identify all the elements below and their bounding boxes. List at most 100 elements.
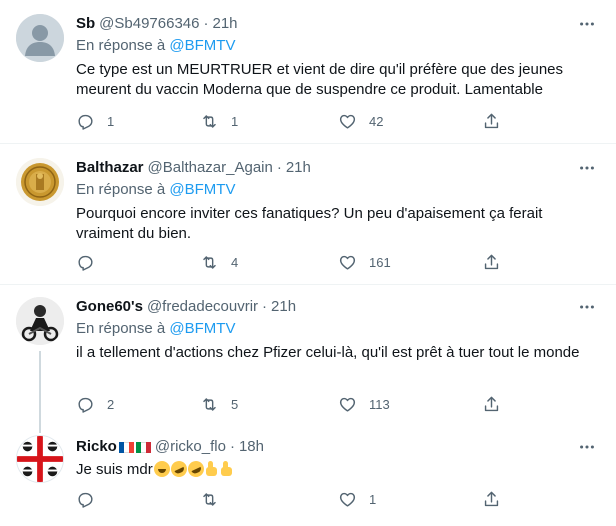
more-options-button[interactable] [576, 437, 598, 457]
share-icon [484, 491, 499, 506]
italy-flag-icon [135, 441, 151, 453]
action-bar: 2 5 113 [76, 394, 506, 414]
tweet[interactable]: Balthazar @Balthazar_Again · 21h En répo… [0, 144, 616, 284]
reply-to-link[interactable]: @BFMTV [169, 37, 235, 54]
like-button[interactable]: 1 [338, 489, 376, 509]
user-handle[interactable]: @Sb49766346 [99, 14, 199, 34]
reply-icon [78, 255, 93, 271]
action-bar: 1 [76, 489, 506, 509]
tweet-header: Balthazar @Balthazar_Again · 21h [76, 158, 600, 178]
like-count: 113 [369, 396, 390, 412]
like-icon [339, 114, 356, 129]
reply-button[interactable]: 2 [76, 394, 114, 414]
more-icon [580, 305, 594, 309]
reply-context: En réponse à @BFMTV [76, 180, 600, 200]
action-bar: 1 1 42 [76, 111, 506, 131]
tweet-header: Ricko @ricko_flo · 18h [76, 437, 600, 457]
default-avatar-icon [16, 14, 64, 62]
reply-prefix: En réponse à [76, 181, 166, 198]
france-flag-icon [118, 441, 134, 453]
reply-count: 2 [107, 396, 115, 412]
like-count: 1 [369, 491, 377, 507]
share-icon [484, 254, 499, 269]
share-button[interactable] [482, 489, 501, 509]
thread-connector [39, 425, 41, 433]
tweet-header: Gone60's @fredadecouvrir · 21h [76, 297, 600, 317]
more-icon [580, 445, 594, 449]
motorcycle-rider-avatar-icon [16, 297, 64, 345]
reply-button[interactable] [76, 489, 107, 509]
thumbs-up-emoji-icon [205, 461, 219, 477]
thread-connector [39, 351, 41, 425]
share-icon [484, 113, 499, 128]
like-icon [339, 492, 356, 507]
tweet-text: Pourquoi encore inviter ces fanatiques? … [76, 205, 543, 242]
like-icon [339, 397, 356, 412]
reply-count: 1 [107, 113, 115, 129]
action-bar: 4 161 [76, 252, 506, 272]
user-handle[interactable]: @Balthazar_Again [148, 158, 273, 178]
retweet-count: 1 [231, 113, 239, 129]
reply-icon [78, 397, 93, 413]
rofl-emoji-icon [168, 458, 190, 480]
reply-to-link[interactable]: @BFMTV [169, 320, 235, 337]
thumbs-up-emoji-icon [220, 461, 234, 477]
retweet-icon [203, 255, 216, 269]
retweet-icon [203, 397, 216, 411]
reply-prefix: En réponse à [76, 37, 166, 54]
avatar[interactable] [16, 435, 64, 483]
retweet-button[interactable]: 1 [200, 111, 238, 131]
share-button[interactable] [482, 252, 501, 272]
timestamp[interactable]: 21h [271, 297, 296, 317]
tweet-header: Sb @Sb49766346 · 21h [76, 14, 600, 34]
retweet-button[interactable]: 4 [200, 252, 238, 272]
like-button[interactable]: 161 [338, 252, 391, 272]
like-icon [339, 255, 356, 270]
timestamp[interactable]: 18h [239, 437, 264, 457]
reply-prefix: En réponse à [76, 320, 166, 337]
tweet[interactable]: Ricko @ricko_flo · 18h Je suis mdr 1 [0, 425, 616, 526]
share-button[interactable] [482, 394, 501, 414]
retweet-button[interactable] [200, 489, 231, 509]
display-name[interactable]: Sb [76, 14, 95, 34]
more-icon [580, 22, 594, 26]
reply-to-link[interactable]: @BFMTV [169, 181, 235, 198]
retweet-count: 4 [231, 254, 239, 270]
retweet-button[interactable]: 5 [200, 394, 238, 414]
rofl-emoji-icon [185, 458, 207, 480]
share-icon [484, 396, 499, 411]
more-options-button[interactable] [576, 158, 598, 178]
display-name[interactable]: Balthazar [76, 158, 144, 178]
like-button[interactable]: 42 [338, 111, 383, 131]
grinning-sweat-emoji-icon [153, 461, 170, 477]
reply-icon [78, 492, 93, 508]
like-count: 161 [369, 254, 391, 270]
timestamp[interactable]: 21h [286, 158, 311, 178]
reply-context: En réponse à @BFMTV [76, 319, 600, 339]
retweet-count: 5 [231, 396, 239, 412]
retweet-icon [203, 114, 216, 128]
separator-dot: · [262, 298, 268, 315]
tweet[interactable]: Sb @Sb49766346 · 21h En réponse à @BFMTV… [0, 0, 616, 143]
separator-dot: · [229, 438, 235, 455]
user-handle[interactable]: @ricko_flo [155, 437, 226, 457]
reply-button[interactable]: 1 [76, 111, 114, 131]
tweet-text: Je suis mdr [76, 461, 153, 478]
more-options-button[interactable] [576, 14, 598, 34]
tweet[interactable]: Gone60's @fredadecouvrir · 21h En répons… [0, 285, 616, 425]
tweet-text: Ce type est un MEURTRUER et vient de dir… [76, 61, 564, 98]
user-handle[interactable]: @fredadecouvrir [147, 297, 258, 317]
reply-button[interactable] [76, 252, 107, 272]
timestamp[interactable]: 21h [212, 14, 237, 34]
display-name[interactable]: Gone60's [76, 297, 143, 317]
tweet-text-container: Je suis mdr [76, 458, 600, 480]
display-name[interactable]: Ricko [76, 437, 117, 457]
avatar[interactable] [16, 14, 64, 62]
like-count: 42 [369, 113, 384, 129]
avatar[interactable] [16, 158, 64, 206]
more-options-button[interactable] [576, 297, 598, 317]
like-button[interactable]: 113 [338, 394, 390, 414]
avatar[interactable] [16, 297, 64, 345]
share-button[interactable] [482, 111, 501, 131]
reply-context: En réponse à @BFMTV [76, 36, 600, 56]
